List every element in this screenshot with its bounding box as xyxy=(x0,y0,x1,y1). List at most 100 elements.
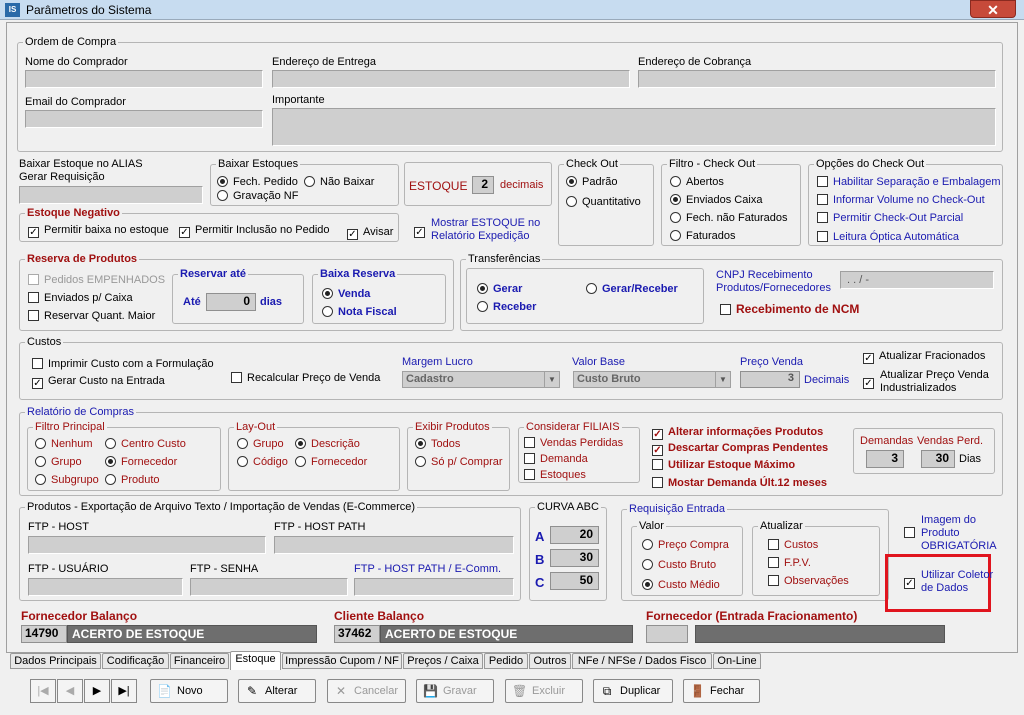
radio-custo-bruto[interactable]: Custo Bruto xyxy=(642,559,716,571)
chk-observacoes[interactable]: Observações xyxy=(768,575,849,587)
cliente-balanco-code[interactable]: 37462 xyxy=(334,625,380,643)
chk-imprimir-custo[interactable]: Imprimir Custo com a Formulação xyxy=(32,358,214,370)
email-comprador-input[interactable] xyxy=(25,110,263,128)
tab-precos-caixa[interactable]: Preços / Caixa xyxy=(403,653,483,669)
radio-gerar-receber[interactable]: Gerar/Receber xyxy=(586,283,678,295)
radio-fech-pedido[interactable]: Fech. Pedido xyxy=(217,176,298,188)
radio-gerar[interactable]: Gerar xyxy=(477,283,522,295)
radio-preco-compra[interactable]: Preço Compra xyxy=(642,539,729,551)
baixar-alias-input[interactable] xyxy=(19,186,203,204)
tab-nfe-nfse[interactable]: NFe / NFSe / Dados Fisco xyxy=(572,653,712,669)
valor-base-select[interactable]: Custo Bruto ▼ xyxy=(573,371,731,388)
demandas-input[interactable]: 3 xyxy=(866,450,904,468)
endereco-entrega-input[interactable] xyxy=(272,70,630,88)
radio-custo-medio[interactable]: Custo Médio xyxy=(642,579,720,591)
radio-subgrupo[interactable]: Subgrupo xyxy=(35,474,99,486)
tab-dados-principais[interactable]: Dados Principais xyxy=(10,653,101,669)
radio-abertos[interactable]: Abertos xyxy=(670,176,724,188)
chk-checkout-parcial[interactable]: Permitir Check-Out Parcial xyxy=(817,212,963,224)
radio-nota-fiscal[interactable]: Nota Fiscal xyxy=(322,306,397,318)
chk-vendas-perdidas[interactable]: Vendas Perdidas xyxy=(524,437,623,449)
chk-pedidos-empenhados[interactable]: Pedidos EMPENHADOS xyxy=(28,274,165,286)
radio-layout-fornecedor[interactable]: Fornecedor xyxy=(295,456,367,468)
cnpj-input[interactable]: . . / - xyxy=(840,271,994,289)
radio-receber[interactable]: Receber xyxy=(477,301,536,313)
chk-mostar-demanda[interactable]: Mostar Demanda Últ.12 meses xyxy=(652,477,827,489)
radio-layout-codigo[interactable]: Código xyxy=(237,456,288,468)
radio-so-comprar[interactable]: Só p/ Comprar xyxy=(415,456,503,468)
chk-informar-volume[interactable]: Informar Volume no Check-Out xyxy=(817,194,985,206)
vendas-perd-input[interactable]: 30 xyxy=(921,450,955,468)
chk-recalcular-preco[interactable]: Recalcular Preço de Venda xyxy=(231,372,380,384)
chk-leitura-optica[interactable]: Leitura Óptica Automática xyxy=(817,231,959,243)
fornecedor-balanco-code[interactable]: 14790 xyxy=(21,625,67,643)
chk-atualizar-preco[interactable]: ✓ xyxy=(863,375,879,389)
reservar-ate-input[interactable]: 0 xyxy=(206,293,256,311)
ftp-host-path-input[interactable] xyxy=(274,536,514,554)
estoque-decimais-input[interactable]: 2 xyxy=(472,176,494,194)
chk-gerar-custo[interactable]: ✓ Gerar Custo na Entrada xyxy=(32,375,165,389)
next-record-button[interactable]: ▶ xyxy=(84,679,110,703)
preco-venda-input[interactable]: 3 xyxy=(740,371,800,388)
radio-layout-descricao[interactable]: Descrição xyxy=(295,438,360,450)
radio-fech-nao-faturados[interactable]: Fech. não Faturados xyxy=(670,212,788,224)
ftp-path-ecomm-input[interactable] xyxy=(354,578,514,596)
chk-estoques[interactable]: Estoques xyxy=(524,469,586,481)
first-record-button[interactable]: |◀ xyxy=(30,679,56,703)
chk-imagem-obrigatoria[interactable] xyxy=(904,527,920,539)
endereco-cobranca-input[interactable] xyxy=(638,70,996,88)
chk-demanda[interactable]: Demanda xyxy=(524,453,588,465)
chk-alterar-informacoes[interactable]: ✓ Alterar informações Produtos xyxy=(652,426,823,440)
curva-b-input[interactable]: 30 xyxy=(550,549,599,567)
radio-gravacao-nf[interactable]: Gravação NF xyxy=(217,190,298,202)
tab-on-line[interactable]: On-Line xyxy=(713,653,761,669)
alterar-button[interactable]: ✎ Alterar xyxy=(238,679,316,703)
cancelar-button[interactable]: ✕ Cancelar xyxy=(327,679,406,703)
novo-button[interactable]: 📄 Novo xyxy=(150,679,228,703)
radio-grupo[interactable]: Grupo xyxy=(35,456,82,468)
ftp-host-input[interactable] xyxy=(28,536,266,554)
radio-centro-custo[interactable]: Centro Custo xyxy=(105,438,186,450)
last-record-button[interactable]: ▶| xyxy=(111,679,137,703)
chk-habilitar-separacao[interactable]: Habilitar Separação e Embalagem xyxy=(817,176,1001,188)
radio-enviados-caixa[interactable]: Enviados Caixa xyxy=(670,194,762,206)
ftp-senha-input[interactable] xyxy=(190,578,348,596)
chk-descartar-compras[interactable]: ✓ Descartar Compras Pendentes xyxy=(652,442,828,456)
chk-permitir-baixa[interactable]: ✓ Permitir baixa no estoque xyxy=(28,224,169,238)
radio-fornecedor[interactable]: Fornecedor xyxy=(105,456,177,468)
tab-outros[interactable]: Outros xyxy=(529,653,571,669)
chk-custos[interactable]: Custos xyxy=(768,539,818,551)
tab-pedido[interactable]: Pedido xyxy=(484,653,528,669)
radio-todos[interactable]: Todos xyxy=(415,438,460,450)
radio-layout-grupo[interactable]: Grupo xyxy=(237,438,284,450)
tab-financeiro[interactable]: Financeiro xyxy=(170,653,229,669)
importante-input[interactable] xyxy=(272,108,996,146)
ftp-usuario-input[interactable] xyxy=(28,578,183,596)
chk-estoque-maximo[interactable]: Utilizar Estoque Máximo xyxy=(652,459,795,471)
chk-avisar[interactable]: ✓ Avisar xyxy=(347,226,393,240)
chk-mostrar-estoque[interactable]: ✓ xyxy=(414,224,430,238)
chk-utilizar-coletor[interactable]: ✓ xyxy=(904,575,920,589)
radio-faturados[interactable]: Faturados xyxy=(670,230,736,242)
curva-a-input[interactable]: 20 xyxy=(550,526,599,544)
prev-record-button[interactable]: ◀ xyxy=(57,679,83,703)
radio-produto[interactable]: Produto xyxy=(105,474,160,486)
chk-fpv[interactable]: F.P.V. xyxy=(768,557,811,569)
fechar-button[interactable]: 🚪 Fechar xyxy=(683,679,760,703)
radio-quantitativo[interactable]: Quantitativo xyxy=(566,196,641,208)
curva-c-input[interactable]: 50 xyxy=(550,572,599,590)
chk-recebimento-ncm[interactable]: Recebimento de NCM xyxy=(720,302,859,316)
chk-reservar-quant[interactable]: Reservar Quant. Maior xyxy=(28,310,155,322)
chk-permitir-inclusao[interactable]: ✓ Permitir Inclusão no Pedido xyxy=(179,224,330,238)
radio-padrao[interactable]: Padrão xyxy=(566,176,617,188)
radio-nao-baixar[interactable]: Não Baixar xyxy=(304,176,374,188)
tab-codificacao[interactable]: Codificação xyxy=(102,653,169,669)
radio-nenhum[interactable]: Nenhum xyxy=(35,438,93,450)
fornecedor-entrada-code[interactable] xyxy=(646,625,688,643)
radio-venda[interactable]: Venda xyxy=(322,288,370,300)
chk-atualizar-fracionados[interactable]: ✓ Atualizar Fracionados xyxy=(863,350,985,364)
chk-enviados-caixa[interactable]: Enviados p/ Caixa xyxy=(28,292,133,304)
excluir-button[interactable]: 🗑 Excluir xyxy=(505,679,583,703)
gravar-button[interactable]: 💾 Gravar xyxy=(416,679,494,703)
tab-impressao-cupom[interactable]: Impressão Cupom / NF xyxy=(282,653,402,669)
